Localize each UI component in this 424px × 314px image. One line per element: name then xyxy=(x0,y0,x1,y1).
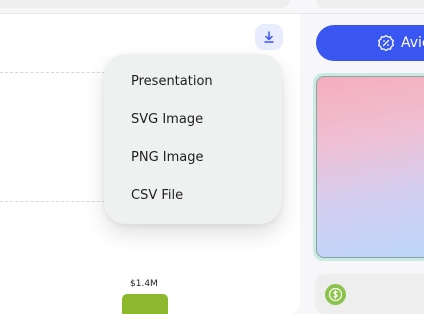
preview-card[interactable] xyxy=(313,73,424,261)
dollar-coin-icon xyxy=(325,284,346,305)
menu-item-presentation[interactable]: Presentation xyxy=(104,62,282,100)
badge-icon xyxy=(378,34,394,52)
download-icon xyxy=(264,31,274,43)
download-button[interactable] xyxy=(255,24,283,50)
top-bar xyxy=(0,0,424,14)
chart-gridline xyxy=(0,72,110,73)
chart-bar xyxy=(122,294,168,314)
cta-label: Avic xyxy=(401,35,424,51)
top-bar-left-segment xyxy=(0,0,290,8)
menu-item-csv-file[interactable]: CSV File xyxy=(104,176,282,214)
bar-value-label: $1.4M xyxy=(130,279,158,289)
top-bar-right-segment xyxy=(316,0,424,8)
menu-item-png-image[interactable]: PNG Image xyxy=(104,138,282,176)
cta-button[interactable]: Avic xyxy=(316,25,424,61)
export-menu: Presentation SVG Image PNG Image CSV Fil… xyxy=(104,54,282,224)
menu-item-svg-image[interactable]: SVG Image xyxy=(104,100,282,138)
chart-gridline xyxy=(0,201,110,202)
gradient-preview xyxy=(316,76,424,258)
